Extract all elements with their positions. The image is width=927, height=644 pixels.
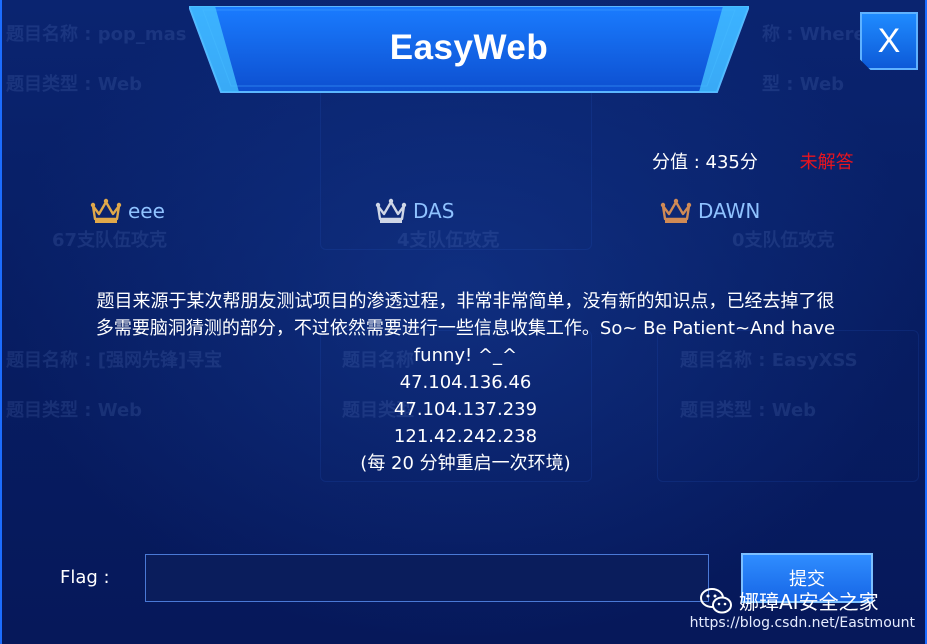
description-line: 题目来源于某次帮朋友测试项目的渗透过程，非常非常简单，没有新的知识点，已经去掉了… bbox=[96, 291, 835, 312]
background-text: 0支队伍攻克 bbox=[732, 230, 835, 251]
description-line: 多需要脑洞猜测的部分，不过依然需要进行一些信息收集工作。So~ Be Patie… bbox=[95, 318, 836, 339]
status-badge: 未解答 bbox=[799, 152, 854, 173]
background-text: 4支队伍攻克 bbox=[397, 230, 500, 251]
silver-crown-icon bbox=[375, 198, 407, 223]
ip-address: 47.104.137.239 bbox=[393, 399, 538, 420]
dialog-title: EasyWeb bbox=[389, 28, 549, 67]
score-value: 分值 : 435分 bbox=[652, 152, 758, 173]
solver-name: eee bbox=[128, 199, 165, 223]
score-row: 分值 : 435分 未解答 bbox=[652, 148, 854, 174]
challenge-dialog: 题目名称 : pop_mas 题目类型 : Web 67支队伍攻克 4支队伍攻克… bbox=[0, 0, 927, 644]
solver-name: DAWN bbox=[698, 199, 761, 223]
watermark-url: https://blog.csdn.net/Eastmount bbox=[689, 615, 915, 631]
background-text: 题目类型 : Web bbox=[6, 74, 143, 95]
ip-address: 121.42.242.238 bbox=[393, 426, 538, 447]
solver-third: DAWN bbox=[660, 198, 760, 224]
background-text: 67支队伍攻克 bbox=[52, 230, 168, 251]
flag-input[interactable] bbox=[145, 554, 709, 602]
restart-note: (每 20 分钟重启一次环境) bbox=[360, 453, 571, 474]
watermark: 娜璋AI安全之家 bbox=[699, 586, 879, 615]
solver-first: eee bbox=[90, 198, 165, 224]
ip-address: 47.104.136.46 bbox=[399, 372, 532, 393]
solver-name: DAS bbox=[413, 199, 455, 223]
background-text: 型 : Web bbox=[762, 74, 845, 95]
watermark-account: 娜璋AI安全之家 bbox=[739, 590, 879, 614]
flag-label: Flag : bbox=[60, 567, 110, 588]
gold-crown-icon bbox=[90, 198, 122, 223]
bronze-crown-icon bbox=[660, 198, 692, 223]
close-icon: X bbox=[877, 21, 901, 60]
title-banner: EasyWeb bbox=[189, 6, 749, 94]
solver-second: DAS bbox=[375, 198, 454, 224]
wechat-icon bbox=[700, 587, 732, 613]
background-text: 题目名称 : pop_mas bbox=[6, 24, 187, 45]
description-line: funny! ^_^ bbox=[413, 345, 518, 366]
close-button[interactable]: X bbox=[860, 12, 918, 70]
challenge-description: 题目来源于某次帮朋友测试项目的渗透过程，非常非常简单，没有新的知识点，已经去掉了… bbox=[32, 288, 899, 477]
